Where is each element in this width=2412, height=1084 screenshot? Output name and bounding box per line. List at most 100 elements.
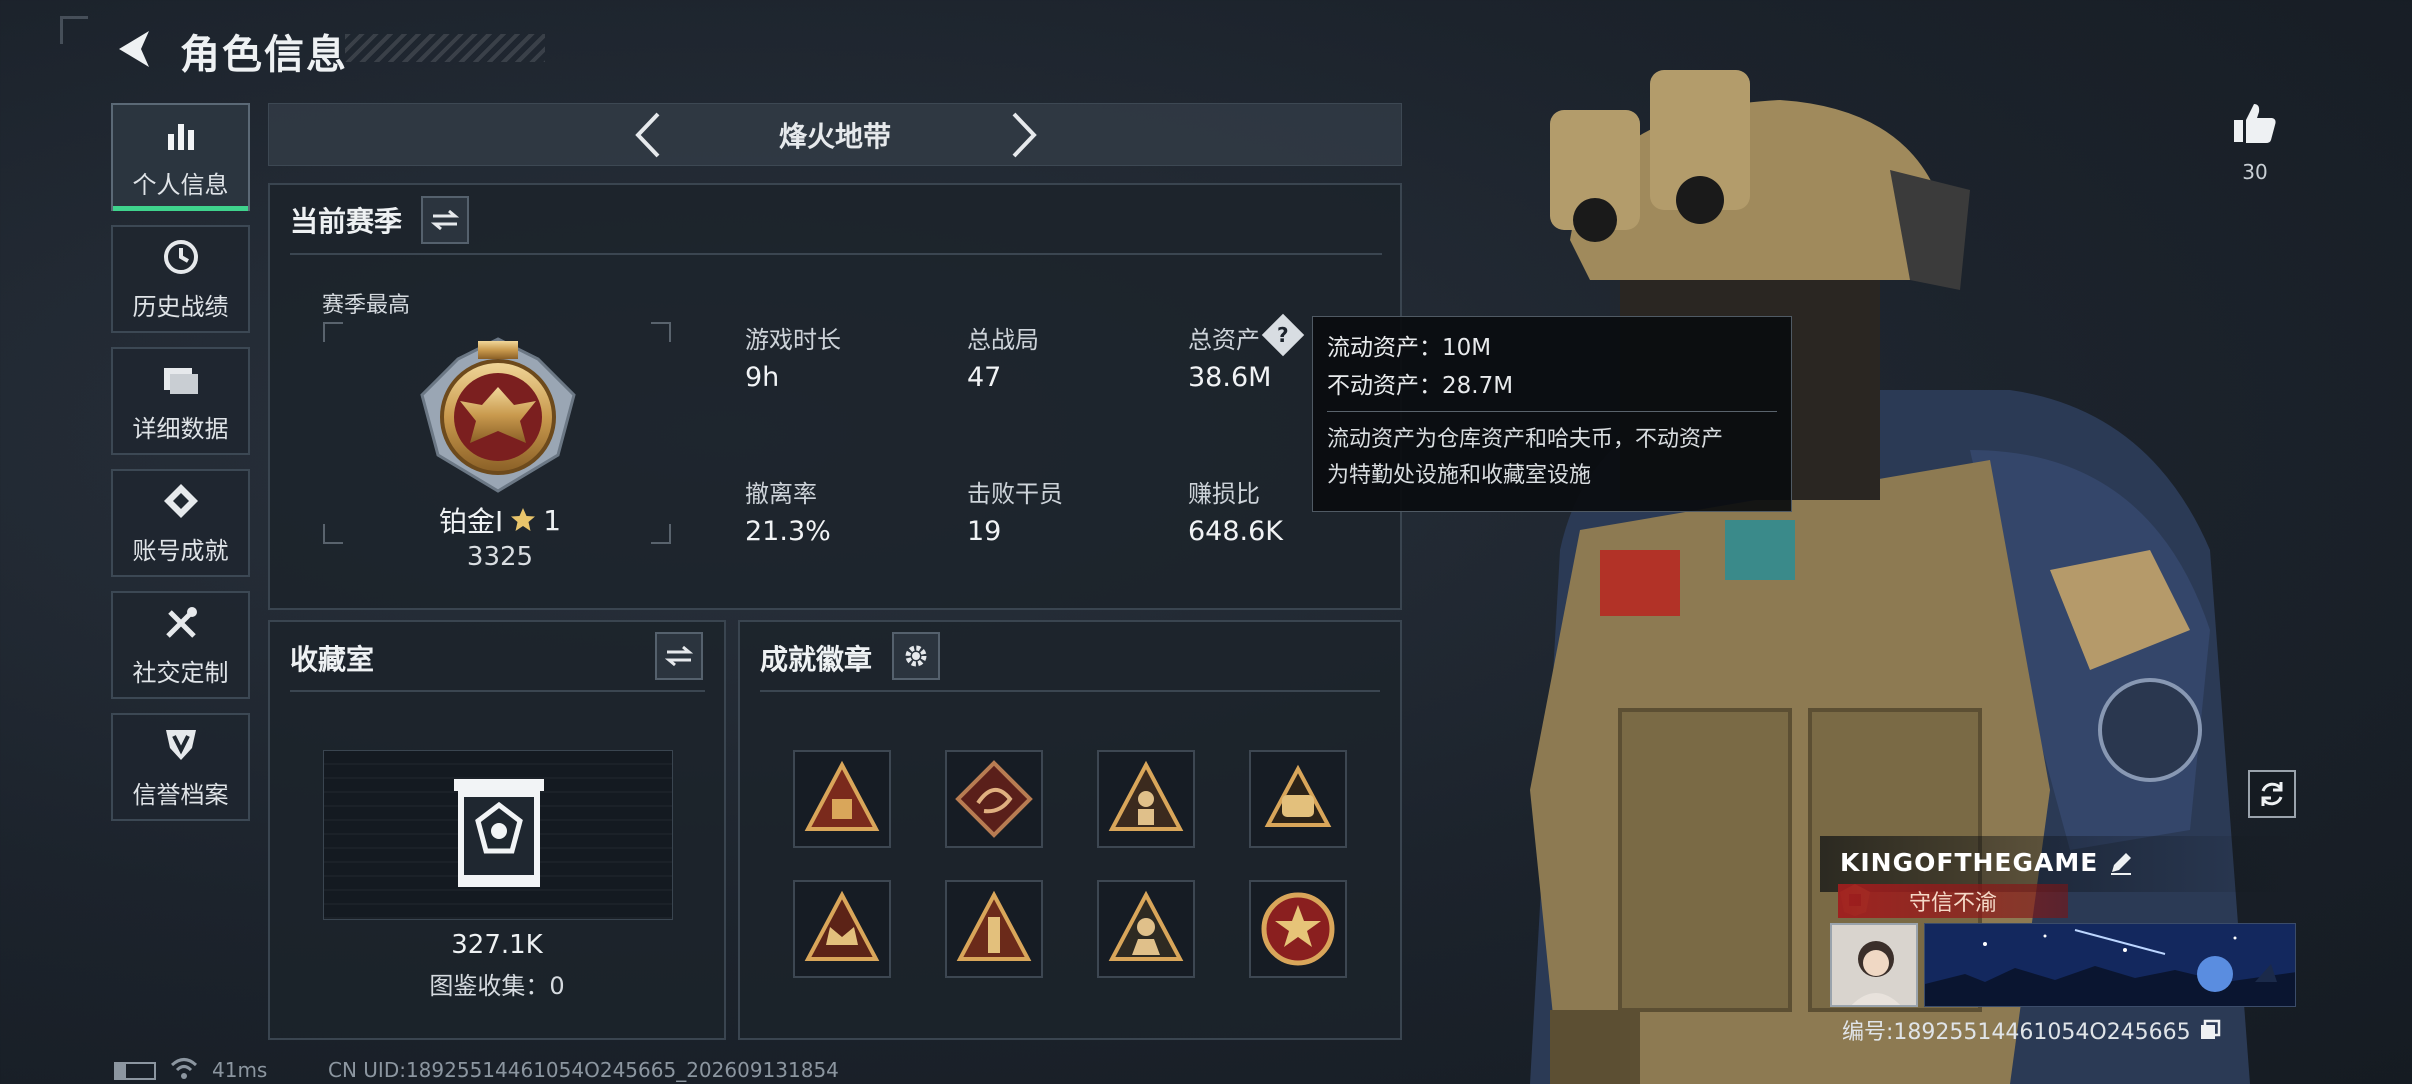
swap-icon <box>665 645 693 667</box>
rank-score: 3325 <box>466 542 534 572</box>
stat-total-matches-value: 47 <box>967 362 1002 393</box>
badges-divider <box>760 690 1380 692</box>
operator-badge-icon <box>1108 890 1184 961</box>
star-icon <box>511 508 536 531</box>
stat-kills-value: 19 <box>967 516 1002 547</box>
achievement-badge-4[interactable] <box>1249 750 1347 848</box>
nav-label: 账号成就 <box>132 536 229 565</box>
rank-star-count: 1 <box>543 503 562 537</box>
chevron-left-icon <box>635 112 660 158</box>
nav-item-social-custom[interactable]: 社交定制 <box>111 591 250 699</box>
tooltip-liquid-assets: 流动资产：10M <box>1327 335 1492 361</box>
nav-item-credit-file[interactable]: 信誉档案 <box>111 713 250 821</box>
player-name-row: KINGOFTHEGAME <box>1840 848 2134 877</box>
credit-icon <box>161 725 201 765</box>
tooltip-description-2: 为特勤处设施和收藏室设施 <box>1327 463 1592 488</box>
gear-icon <box>905 645 927 667</box>
dragon-badge-icon <box>955 760 1033 838</box>
vault-icon <box>454 779 544 887</box>
rotate-view-button[interactable] <box>2248 770 2296 818</box>
swap-icon <box>431 209 459 231</box>
nav-label: 社交定制 <box>132 658 229 687</box>
season-title: 当前赛季 <box>290 205 403 238</box>
nav-item-personal-info[interactable]: 个人信息 <box>111 103 250 211</box>
like-count: 30 <box>2242 160 2268 184</box>
stat-profit-ratio-label: 赚损比 <box>1188 480 1260 508</box>
back-arrow-icon <box>119 31 149 67</box>
rank-name: 铂金I <box>438 505 504 538</box>
chevron-right-icon <box>1012 112 1037 158</box>
badges-settings-button[interactable] <box>892 632 940 680</box>
tools-icon <box>161 603 201 643</box>
tooltip-description-1: 流动资产为仓库资产和哈夫币，不动资产 <box>1327 427 1724 452</box>
stat-total-matches-label: 总战局 <box>967 326 1039 354</box>
edit-pencil-icon[interactable] <box>2108 850 2134 876</box>
folder-icon <box>161 359 201 399</box>
tooltip-separator <box>1327 411 1777 412</box>
collection-title: 收藏室 <box>290 643 375 676</box>
page-title: 角色信息 <box>180 32 348 78</box>
nav-label: 个人信息 <box>132 170 229 199</box>
stat-total-assets-value: 38.6M <box>1188 362 1272 393</box>
title-badge: 守信不渝 <box>1838 884 2068 918</box>
copy-icon[interactable] <box>2199 1019 2221 1041</box>
wifi-icon <box>170 1056 198 1084</box>
like-button[interactable] <box>2232 100 2278 146</box>
stat-kills-label: 击败干员 <box>967 480 1063 508</box>
season-switch-button[interactable] <box>421 196 469 244</box>
nav-label: 历史战绩 <box>132 292 229 321</box>
collection-preview[interactable] <box>323 750 673 920</box>
uid-text: CN UID:18925514461054O245665_20260913185… <box>328 1058 839 1082</box>
stat-profit-ratio-value: 648.6K <box>1188 516 1284 547</box>
fist-badge-icon <box>1264 764 1332 827</box>
tooltip-fixed-assets: 不动资产：28.7M <box>1327 373 1514 399</box>
achievement-badge-1[interactable] <box>793 750 891 848</box>
achievement-badge-2[interactable] <box>945 750 1043 848</box>
ping-text: 41ms <box>212 1058 268 1082</box>
player-id: 编号:18925514461054O245665 <box>1842 1020 2191 1045</box>
nav-label: 信誉档案 <box>132 780 229 809</box>
player-id-row: 编号:18925514461054O245665 <box>1842 1014 2221 1046</box>
tower-badge-icon <box>956 890 1032 961</box>
rank-name-row: 铂金I 1 <box>430 502 570 539</box>
help-question-icon: ? <box>1277 322 1289 347</box>
collection-switch-button[interactable] <box>655 632 703 680</box>
mode-prev-button[interactable] <box>622 108 672 162</box>
season-best-label: 赛季最高 <box>322 293 411 318</box>
history-icon <box>161 237 201 277</box>
soldier-badge-icon <box>1108 760 1184 831</box>
mode-next-button[interactable] <box>1000 108 1050 162</box>
header-stripe-decoration <box>345 34 545 62</box>
achievement-badge-3[interactable] <box>1097 750 1195 848</box>
achievement-badge-7[interactable] <box>1097 880 1195 978</box>
refresh-icon <box>2261 782 2283 806</box>
nav-item-history[interactable]: 历史战绩 <box>111 225 250 333</box>
achievement-badge-5[interactable] <box>793 880 891 978</box>
star-seal-badge-icon <box>1261 892 1335 966</box>
nav-label: 详细数据 <box>132 414 229 443</box>
corner-decoration <box>60 16 88 44</box>
thumbs-up-icon <box>2234 104 2276 143</box>
collection-codex-text: 图鉴收集：0 <box>429 972 565 1000</box>
player-name: KINGOFTHEGAME <box>1840 848 2099 877</box>
stat-extract-rate-value: 21.3% <box>745 516 831 547</box>
battery-icon <box>114 1062 156 1080</box>
crown-badge-icon <box>804 890 880 961</box>
collection-divider <box>290 690 705 692</box>
stat-play-time-label: 游戏时长 <box>745 326 841 354</box>
stat-total-assets-label: 总资产 <box>1188 326 1260 354</box>
triangle-badge-icon <box>804 760 880 831</box>
stat-play-time-value: 9h <box>745 362 780 393</box>
back-button[interactable] <box>108 22 158 76</box>
achievement-badge-8[interactable] <box>1249 880 1347 978</box>
nav-item-detailed-data[interactable]: 详细数据 <box>111 347 250 455</box>
nav-item-achievements[interactable]: 账号成就 <box>111 469 250 577</box>
stat-extract-rate-label: 撤离率 <box>745 480 817 508</box>
badges-title: 成就徽章 <box>760 643 873 676</box>
bar-chart-icon <box>161 115 201 155</box>
achievement-badge-6[interactable] <box>945 880 1043 978</box>
profile-banner[interactable] <box>1924 923 2296 1007</box>
player-avatar[interactable] <box>1830 923 1918 1007</box>
achievement-icon <box>161 481 201 521</box>
collection-value: 327.1K <box>451 930 543 960</box>
